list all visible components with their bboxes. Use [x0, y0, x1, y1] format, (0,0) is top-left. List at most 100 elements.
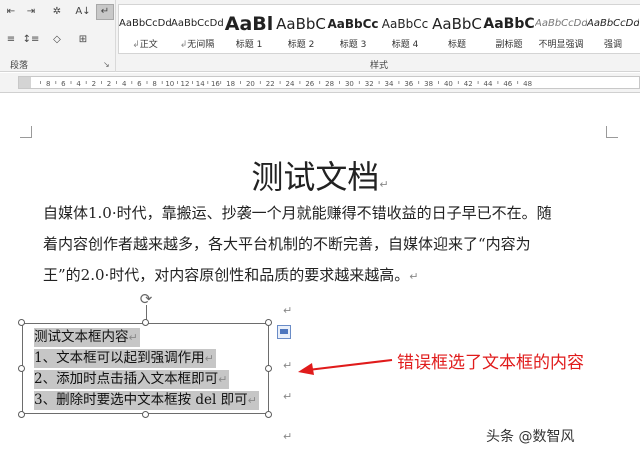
document-title-text: 测试文档 [251, 158, 380, 196]
document-title[interactable]: 测试文档↵ [0, 152, 640, 198]
paragraph-mark: ↵ [283, 430, 293, 443]
style-name: 标题 3 [327, 37, 379, 50]
paragraph-mark: ↵ [218, 373, 228, 386]
ruler-label: 20 [246, 80, 255, 88]
ruler-label: 32 [365, 80, 374, 88]
shading-icon[interactable]: ◇ [48, 32, 66, 48]
ruler-label: 48 [523, 80, 532, 88]
text-box-line[interactable]: 1、文本框可以起到强调作用↵ [34, 349, 216, 368]
resize-handle-bottom-right[interactable] [265, 411, 272, 418]
paragraph-line-text: 自媒体1.0·时代，靠搬运、抄袭一个月就能赚得不错收益的日子早已不在。随 [43, 204, 552, 222]
style-name-text: 标题 2 [287, 40, 315, 50]
styles-gallery: AaBbCcDd ↲正文 AaBbCcDd ↲无间隔 AaBl 标题 1 AaBbC 标题 2… [118, 4, 640, 54]
ruler-label: 12 [181, 80, 190, 88]
increase-indent-icon[interactable]: ⇥ [22, 4, 40, 20]
paragraph-line: 王”的2.0·时代，对内容原创性和品质的要求越来越高。↵ [43, 260, 603, 292]
text-box-line-text: 3、删除时要选中文本框按 del 即可 [34, 392, 248, 408]
paragraph-line: 着内容创作者越来越多，各大平台机制的不断完善，自媒体迎来了“内容为 [43, 229, 603, 260]
ruler-label: 18 [226, 80, 235, 88]
text-box-line-text: 1、文本框可以起到强调作用 [34, 350, 205, 366]
paragraph-group-label: 段落 [10, 61, 29, 71]
style-item[interactable]: AaBbCcDd 不明显强调 [535, 5, 587, 53]
ruler-label: 6 [61, 80, 66, 88]
annotation-arrow-icon [298, 359, 393, 375]
paragraph-mark: ↵ [379, 178, 389, 191]
body-paragraph[interactable]: 自媒体1.0·时代，靠搬运、抄袭一个月就能赚得不错收益的日子早已不在。随着内容创… [43, 198, 603, 292]
ruler-label: 10 [165, 80, 174, 88]
ruler-ticks: 8 6 4 2 2 4 6 8 10 12 14 16 18 20 22 24 26 28 30 32 34 36 38 40… [40, 80, 532, 88]
style-name: 标题 [431, 37, 483, 50]
resize-handle-top-right[interactable] [265, 319, 272, 326]
text-box-line[interactable]: 3、删除时要选中文本框按 del 即可↵ [34, 391, 259, 410]
style-name: 不明显强调 [535, 37, 587, 50]
ruler-label: 36 [404, 80, 413, 88]
style-item[interactable]: AaBbCcDd ↲无间隔 [171, 5, 223, 53]
text-box[interactable]: 测试文本框内容↵ 1、文本框可以起到强调作用↵ 2、添加时点击插入文本框即可↵ 3、删… [22, 323, 269, 414]
resize-handle-bottom[interactable] [142, 411, 149, 418]
ruler-label: 4 [76, 80, 81, 88]
document-page[interactable]: 测试文档↵ 自媒体1.0·时代，靠搬运、抄袭一个月就能赚得不错收益的日子早已不在… [0, 94, 640, 460]
rotate-handle-icon[interactable]: ⟳ [137, 291, 155, 307]
paragraph-mark: ↵ [283, 359, 293, 372]
decrease-indent-icon[interactable]: ⇤ [2, 4, 20, 20]
ribbon: ⇤ ⇥ ✲ A↓ ↵ ≡ ↕≡ ◇ ⊞ 段落 ↘ AaBbCcDd ↲正文 AaBb… [0, 0, 640, 72]
style-name: ↲正文 [119, 37, 171, 50]
styles-group-label: 样式 [370, 61, 389, 71]
layout-options-icon[interactable] [277, 325, 291, 339]
paragraph-dialog-launcher-icon[interactable]: ↘ [103, 60, 110, 69]
ruler-label: 8 [152, 80, 156, 88]
style-item[interactable]: AaBbC 标题 2 [275, 5, 327, 53]
style-item[interactable]: AaBbCcDd ↲正文 [119, 5, 171, 53]
ruler-label: 2 [92, 80, 96, 88]
ruler-label: 4 [122, 80, 127, 88]
style-sample: AaBbCcDd [171, 18, 223, 29]
style-item[interactable]: AaBbC 副标题 [483, 5, 535, 53]
resize-handle-bottom-left[interactable] [18, 411, 25, 418]
sort-icon[interactable]: A↓ [74, 4, 92, 20]
borders-icon[interactable]: ⊞ [74, 32, 92, 48]
ruler-label: 40 [444, 80, 453, 88]
ruler-label: 38 [424, 80, 433, 88]
style-name-text: 正文 [139, 40, 158, 50]
style-item[interactable]: AaBbCc 标题 3 [327, 5, 379, 53]
ruler-label: 16 [211, 80, 220, 88]
style-name: 强调 [587, 37, 639, 50]
horizontal-ruler[interactable]: 8 6 4 2 2 4 6 8 10 12 14 16 18 20 22 24 26 28 30 32 34 36 38 40… [18, 76, 640, 89]
line-spacing-icon[interactable]: ↕≡ [22, 32, 40, 48]
text-box-content[interactable]: 测试文本框内容↵ 1、文本框可以起到强调作用↵ 2、添加时点击插入文本框即可↵ 3、删… [34, 328, 259, 412]
style-item[interactable]: AaBl 标题 1 [223, 5, 275, 53]
crop-mark-top-right [606, 126, 618, 138]
ruler-label: 2 [107, 80, 111, 88]
style-sample: AaBl [224, 13, 274, 35]
style-name: 标题 2 [275, 37, 327, 50]
ruler-label: 30 [345, 80, 354, 88]
text-box-line-text: 2、添加时点击插入文本框即可 [34, 371, 219, 387]
style-paragraph-mark: ↲ [132, 40, 140, 50]
crop-mark-top-left [20, 126, 32, 138]
style-sample: AaBbCcDd [587, 18, 639, 29]
paragraph-mark: ↵ [204, 352, 214, 365]
style-item[interactable]: AaBbCc 标题 4 [379, 5, 431, 53]
style-name: ↲无间隔 [171, 37, 223, 50]
ruler-label: 8 [46, 80, 50, 88]
resize-handle-top[interactable] [142, 319, 149, 326]
ruler-label: 42 [464, 80, 473, 88]
text-box-line[interactable]: 测试文本框内容↵ [34, 328, 140, 347]
style-name-text: 标题 4 [391, 40, 419, 50]
resize-handle-right[interactable] [265, 365, 272, 372]
text-box-line[interactable]: 2、添加时点击插入文本框即可↵ [34, 370, 230, 389]
show-paragraph-marks-icon[interactable]: ↵ [96, 4, 114, 20]
style-name: 标题 4 [379, 37, 431, 50]
ruler-label: 22 [266, 80, 275, 88]
style-item[interactable]: AaBbC 标题 [431, 5, 483, 53]
chinese-layout-icon[interactable]: ✲ [48, 4, 66, 20]
style-sample: AaBbCcDd [535, 18, 587, 29]
ruler-bar: 8 6 4 2 2 4 6 8 10 12 14 16 18 20 22 24 26 28 30 32 34 36 38 40… [0, 73, 640, 93]
style-sample: AaBbC [432, 15, 482, 33]
resize-handle-left[interactable] [18, 365, 25, 372]
distributed-align-icon[interactable]: ≡ [2, 32, 20, 48]
style-item[interactable]: AaBbCcDd 强调 [587, 5, 639, 53]
resize-handle-top-left[interactable] [18, 319, 25, 326]
style-name: 副标题 [483, 37, 535, 50]
ruler-label: 6 [137, 80, 142, 88]
